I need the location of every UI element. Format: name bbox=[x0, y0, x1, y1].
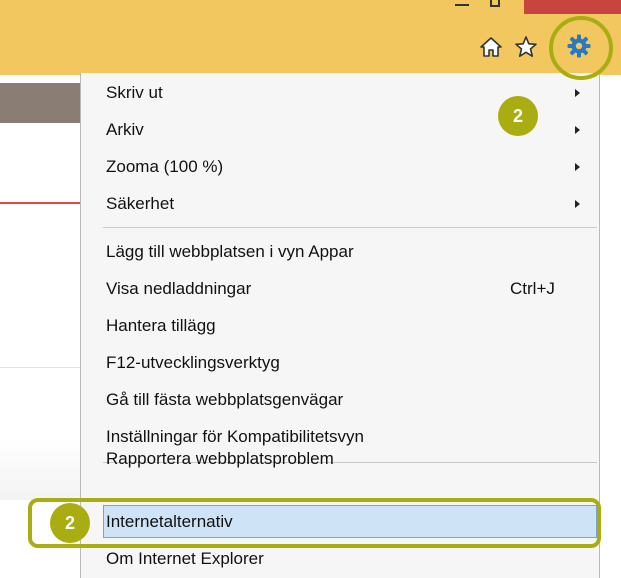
step-badge-top: 2 bbox=[498, 96, 538, 136]
menu-item-add-to-apps[interactable]: Lägg till webbplatsen i vyn Appar bbox=[81, 235, 599, 269]
menu-item-dev-tools[interactable]: F12-utvecklingsverktyg bbox=[81, 346, 599, 380]
menu-item-view-downloads[interactable]: Visa nedladdningar Ctrl+J bbox=[81, 272, 599, 306]
home-icon[interactable] bbox=[478, 34, 504, 60]
page-banner bbox=[0, 83, 80, 123]
page-rule bbox=[0, 367, 80, 368]
submenu-arrow-icon bbox=[575, 89, 580, 97]
menu-item-label: F12-utvecklingsverktyg bbox=[106, 353, 280, 372]
menu-item-report-problems[interactable]: Rapportera webbplatsproblem bbox=[81, 442, 599, 476]
menu-item-manage-addons[interactable]: Hantera tillägg bbox=[81, 309, 599, 343]
page-edge bbox=[600, 75, 621, 578]
menu-item-label: Säkerhet bbox=[106, 194, 175, 213]
maximize-button[interactable] bbox=[490, 0, 500, 7]
submenu-arrow-icon bbox=[575, 126, 580, 134]
screenshot: Skriv ut Arkiv Zooma (100 %) Säkerhet Lä… bbox=[0, 0, 621, 578]
browser-toolbar bbox=[0, 0, 621, 75]
highlight-ring-menu-item bbox=[28, 498, 601, 548]
highlight-ring-gear bbox=[549, 16, 613, 80]
star-icon[interactable] bbox=[513, 34, 539, 60]
menu-item-label: Skriv ut bbox=[106, 83, 163, 102]
page-section bbox=[0, 440, 80, 500]
menu-item-label: Rapportera webbplatsproblem bbox=[106, 449, 334, 468]
menu-item-shortcut: Ctrl+J bbox=[510, 279, 555, 298]
close-button[interactable] bbox=[524, 0, 621, 14]
minimize-button[interactable] bbox=[455, 4, 469, 6]
menu-item-zoom[interactable]: Zooma (100 %) bbox=[81, 150, 599, 184]
step-badge-bottom: 2 bbox=[50, 503, 90, 543]
menu-item-label: Arkiv bbox=[106, 120, 144, 139]
menu-item-label: Lägg till webbplatsen i vyn Appar bbox=[106, 242, 354, 261]
menu-item-label: Gå till fästa webbplatsgenvägar bbox=[106, 390, 344, 409]
menu-item-safety[interactable]: Säkerhet bbox=[81, 187, 599, 221]
page-divider bbox=[0, 202, 80, 204]
submenu-arrow-icon bbox=[575, 163, 580, 171]
menu-item-label: Zooma (100 %) bbox=[106, 157, 224, 176]
submenu-arrow-icon bbox=[575, 200, 580, 208]
menu-item-pinned-sites[interactable]: Gå till fästa webbplatsgenvägar bbox=[81, 383, 599, 417]
menu-item-label: Visa nedladdningar bbox=[106, 279, 252, 298]
menu-separator bbox=[103, 227, 597, 228]
menu-item-label: Hantera tillägg bbox=[106, 316, 216, 335]
menu-item-label: Om Internet Explorer bbox=[106, 549, 264, 568]
